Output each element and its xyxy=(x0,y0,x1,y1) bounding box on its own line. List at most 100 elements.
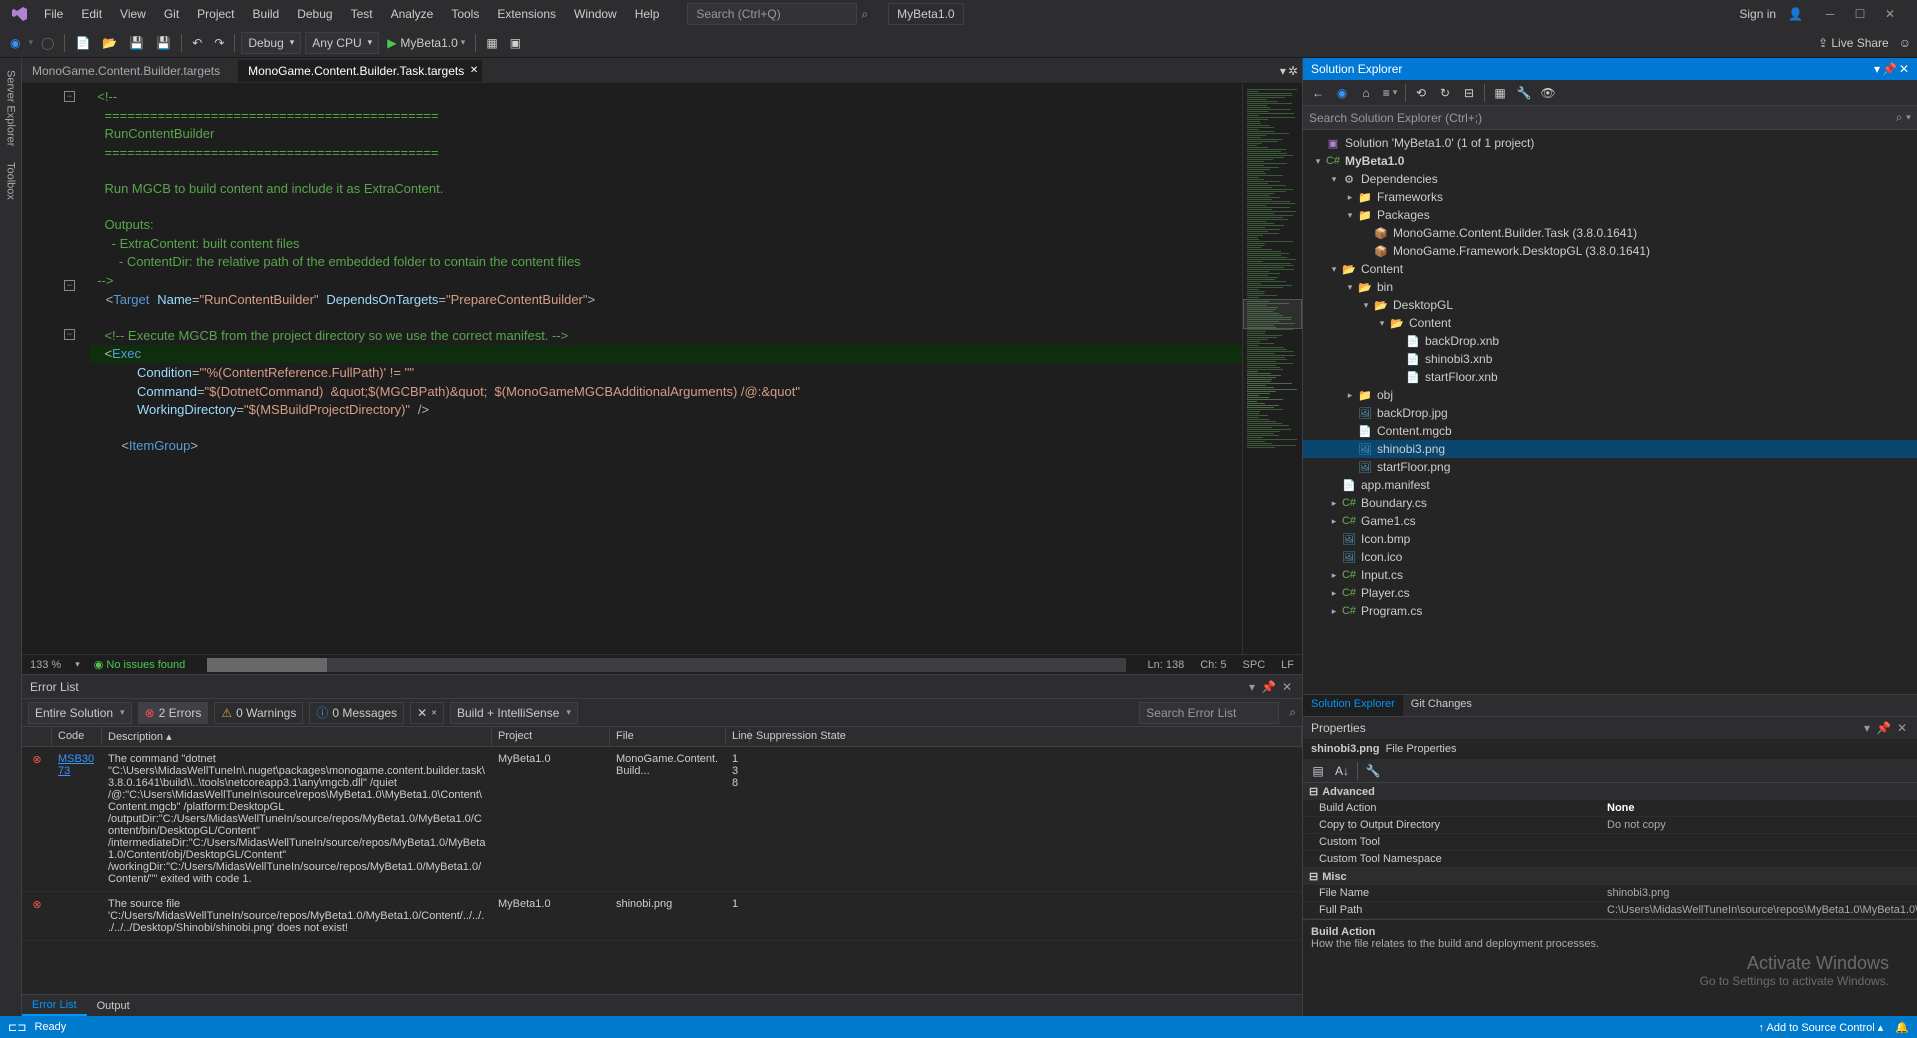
property-row[interactable]: Custom Tool xyxy=(1303,834,1917,851)
panel-close-icon[interactable]: ✕ xyxy=(1899,62,1909,76)
back-button[interactable]: ◉ xyxy=(6,32,24,54)
tree-item[interactable]: 🖼startFloor.png xyxy=(1303,458,1917,476)
properties-icon[interactable]: 🔧 xyxy=(1513,82,1535,104)
property-value[interactable]: Do not copy xyxy=(1599,817,1917,833)
tab-settings-icon[interactable]: ✲ xyxy=(1288,64,1298,78)
save-button[interactable]: 💾 xyxy=(125,32,148,54)
view-toggle-icon[interactable]: ≡ xyxy=(1379,82,1401,104)
minimap[interactable] xyxy=(1242,84,1302,654)
tree-item[interactable]: ▸📁obj xyxy=(1303,386,1917,404)
debug-icon[interactable]: ⊏⊐ xyxy=(8,1021,26,1034)
toolbox-tab[interactable]: Toolbox xyxy=(3,154,19,208)
menu-test[interactable]: Test xyxy=(343,3,381,25)
error-search-input[interactable]: Search Error List xyxy=(1139,702,1279,724)
tab-solution-explorer[interactable]: Solution Explorer xyxy=(1303,695,1403,716)
tree-item[interactable]: ▸📁Frameworks xyxy=(1303,188,1917,206)
col-project[interactable]: Project xyxy=(492,727,610,746)
tree-item[interactable]: ▸C#Program.cs xyxy=(1303,602,1917,620)
tree-item[interactable]: 🖼backDrop.jpg xyxy=(1303,404,1917,422)
col-suppression[interactable]: Suppression State xyxy=(750,727,1302,746)
tree-item[interactable]: ▸C#Input.cs xyxy=(1303,566,1917,584)
menu-help[interactable]: Help xyxy=(627,3,668,25)
minimap-viewport[interactable] xyxy=(1243,299,1302,329)
collapse-icon[interactable]: ⊟ xyxy=(1309,785,1318,798)
tree-item[interactable]: ▾📁Packages xyxy=(1303,206,1917,224)
tree-item[interactable]: ▾📂DesktopGL xyxy=(1303,296,1917,314)
show-all-icon[interactable]: ▦ xyxy=(1489,82,1511,104)
property-row[interactable]: File Nameshinobi3.png xyxy=(1303,885,1917,902)
warnings-filter[interactable]: ⚠0 Warnings xyxy=(214,702,303,724)
misc-tool-1[interactable]: ▦ xyxy=(482,32,501,54)
chevron-icon[interactable]: ▾ xyxy=(1375,318,1389,329)
open-button[interactable]: 📂 xyxy=(98,32,121,54)
property-value[interactable]: C:\Users\MidasWellTuneIn\source\repos\My… xyxy=(1599,902,1917,918)
start-button[interactable]: ▶ MyBeta1.0 ▾ xyxy=(383,32,469,54)
zoom-level[interactable]: 133 % xyxy=(30,659,61,671)
tree-item[interactable]: ▸C#Player.cs xyxy=(1303,584,1917,602)
tree-item[interactable]: ▣Solution 'MyBeta1.0' (1 of 1 project) xyxy=(1303,134,1917,152)
col-line[interactable]: Line xyxy=(726,727,750,746)
col-code[interactable]: Code xyxy=(52,727,102,746)
property-row[interactable]: Copy to Output DirectoryDo not copy xyxy=(1303,817,1917,834)
property-value[interactable]: None xyxy=(1599,800,1917,816)
panel-close-icon[interactable]: ✕ xyxy=(1895,721,1909,735)
error-code[interactable]: MSB3073 xyxy=(52,751,102,887)
feedback-icon[interactable]: ☺ xyxy=(1899,36,1911,50)
tree-item[interactable]: 📄app.manifest xyxy=(1303,476,1917,494)
menu-tools[interactable]: Tools xyxy=(443,3,487,25)
error-row[interactable]: ⊗MSB3073The command "dotnet "C:\Users\Mi… xyxy=(22,747,1302,892)
close-button[interactable]: ✕ xyxy=(1875,0,1905,28)
collapse-icon[interactable]: ⊟ xyxy=(1458,82,1480,104)
categorized-icon[interactable]: ▤ xyxy=(1307,760,1329,782)
alphabetical-icon[interactable]: A↓ xyxy=(1331,760,1353,782)
fold-toggle[interactable]: − xyxy=(64,91,75,102)
chevron-icon[interactable]: ▸ xyxy=(1343,192,1357,203)
panel-dropdown-icon[interactable]: ▾ xyxy=(1874,62,1880,76)
chevron-icon[interactable]: ▾ xyxy=(1359,300,1373,311)
user-icon[interactable]: 👤 xyxy=(1788,7,1803,21)
new-button[interactable]: 📄 xyxy=(71,32,94,54)
error-scope-dropdown[interactable]: Entire Solution xyxy=(28,702,132,724)
chevron-icon[interactable]: ▸ xyxy=(1327,570,1341,581)
live-share-button[interactable]: ⇪ Live Share xyxy=(1818,36,1889,50)
server-explorer-tab[interactable]: Server Explorer xyxy=(3,62,19,154)
add-source-control-button[interactable]: ↑ Add to Source Control ▴ xyxy=(1759,1021,1884,1034)
menu-git[interactable]: Git xyxy=(156,3,187,25)
line-ending-indicator[interactable]: LF xyxy=(1281,659,1294,671)
undo-button[interactable]: ↶ xyxy=(188,32,206,54)
spaces-indicator[interactable]: SPC xyxy=(1243,659,1266,671)
chevron-icon[interactable]: ▾ xyxy=(1343,210,1357,221)
clear-filter-button[interactable]: ✕✕ xyxy=(410,702,444,724)
tab-dropdown-icon[interactable]: ▾ xyxy=(1280,64,1286,78)
panel-dropdown-icon[interactable]: ▾ xyxy=(1247,680,1257,694)
home-icon[interactable]: ⌂ xyxy=(1355,82,1377,104)
notifications-icon[interactable]: 🔔 xyxy=(1895,1021,1909,1034)
global-search-input[interactable]: Search (Ctrl+Q) xyxy=(687,3,857,25)
property-value[interactable] xyxy=(1599,834,1917,850)
collapse-icon[interactable]: ⊟ xyxy=(1309,870,1318,883)
chevron-icon[interactable]: ▸ xyxy=(1327,588,1341,599)
chevron-icon[interactable]: ▾ xyxy=(1311,156,1325,167)
error-row[interactable]: ⊗The source file 'C:/Users/MidasWellTune… xyxy=(22,892,1302,941)
chevron-icon[interactable]: ▾ xyxy=(1327,174,1341,185)
tree-item[interactable]: 📄startFloor.xnb xyxy=(1303,368,1917,386)
tree-item[interactable]: 🖼shinobi3.png xyxy=(1303,440,1917,458)
messages-filter[interactable]: ⓘ0 Messages xyxy=(309,702,404,724)
tree-item[interactable]: ▾📂Content xyxy=(1303,260,1917,278)
property-row[interactable]: Build ActionNone xyxy=(1303,800,1917,817)
tree-item[interactable]: ▾📂bin xyxy=(1303,278,1917,296)
bottom-tab-output[interactable]: Output xyxy=(87,997,140,1015)
menu-debug[interactable]: Debug xyxy=(289,3,340,25)
tree-item[interactable]: 📦MonoGame.Content.Builder.Task (3.8.0.16… xyxy=(1303,224,1917,242)
chevron-icon[interactable]: ▸ xyxy=(1327,516,1341,527)
preview-icon[interactable]: 👁 xyxy=(1537,82,1559,104)
menu-build[interactable]: Build xyxy=(245,3,288,25)
bottom-tab-error-list[interactable]: Error List xyxy=(22,996,87,1016)
back-icon[interactable]: ← xyxy=(1307,82,1329,104)
chevron-icon[interactable]: ▸ xyxy=(1327,606,1341,617)
fold-toggle[interactable]: − xyxy=(64,329,75,340)
code-editor[interactable]: <!-- ===================================… xyxy=(78,84,1242,654)
property-category[interactable]: ⊟ Misc xyxy=(1303,868,1917,885)
close-tab-icon[interactable]: ✕ xyxy=(470,65,478,76)
tree-item[interactable]: ▸C#Boundary.cs xyxy=(1303,494,1917,512)
